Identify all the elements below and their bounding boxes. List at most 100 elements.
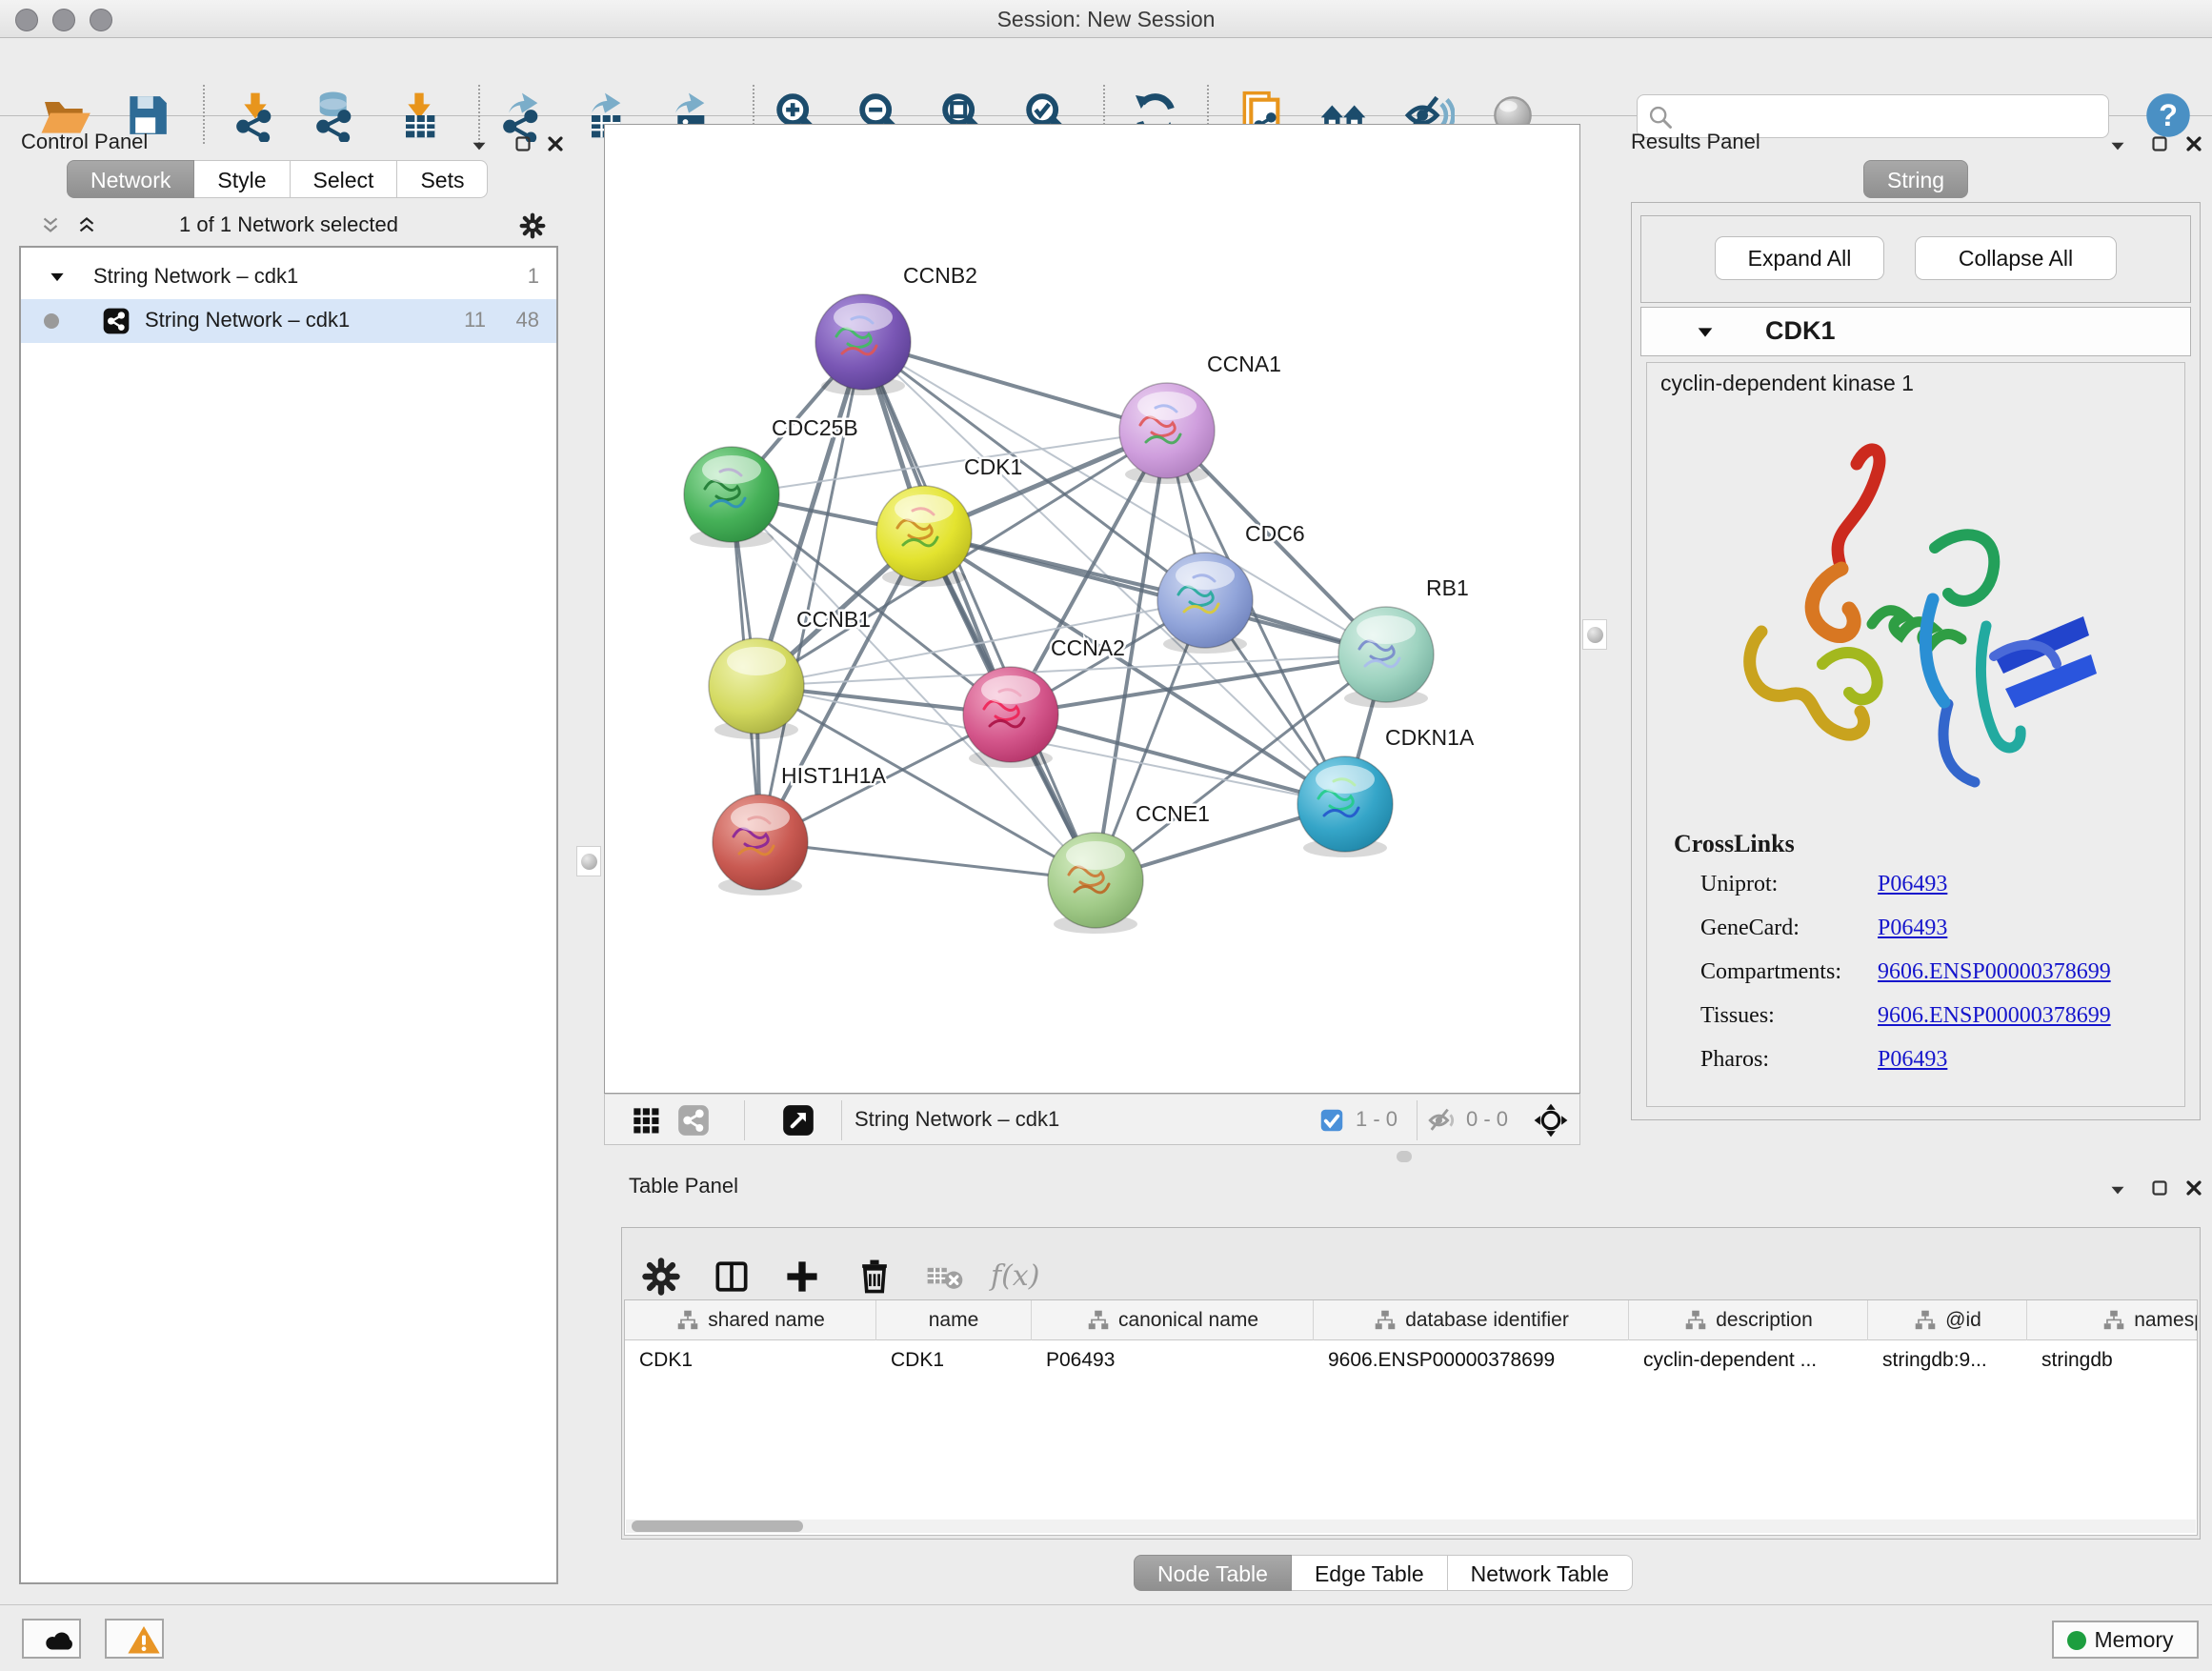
- entry-content: cyclin-dependent kinase 1 CrossLinks Uni…: [1646, 362, 2185, 1107]
- graph-node-RB1[interactable]: [1338, 607, 1434, 708]
- string-network-icon: [101, 306, 131, 336]
- graph-node-CDK1[interactable]: [876, 486, 972, 587]
- table-row[interactable]: CDK1CDK1P064939606.ENSP00000378699cyclin…: [625, 1340, 2198, 1380]
- network-row-selected[interactable]: String Network – cdk1 11 48: [21, 299, 556, 343]
- main-toolbar: ?: [0, 39, 2212, 116]
- add-column-icon[interactable]: [781, 1256, 823, 1298]
- graph-node-CDKN1A[interactable]: [1297, 756, 1393, 857]
- table-float-icon[interactable]: [2147, 1176, 2172, 1200]
- entry-collapse-icon[interactable]: [1695, 322, 1716, 343]
- tab-network[interactable]: Network: [67, 160, 194, 198]
- warning-status-icon[interactable]: [105, 1619, 164, 1659]
- column-header-description[interactable]: description: [1629, 1300, 1868, 1340]
- network-list-header: 1 of 1 Network selected: [19, 208, 558, 246]
- cloud-status-icon[interactable]: [22, 1619, 81, 1659]
- column-header-name[interactable]: name: [876, 1300, 1032, 1340]
- left-splitter-handle[interactable]: [576, 846, 601, 876]
- horizontal-splitter-handle[interactable]: [1397, 1151, 1412, 1162]
- crosslink-link[interactable]: P06493: [1878, 916, 1947, 941]
- memory-button[interactable]: Memory: [2052, 1621, 2199, 1659]
- table-close-icon[interactable]: [2182, 1176, 2206, 1200]
- node-label-HIST1H1A: HIST1H1A: [781, 763, 887, 788]
- crosslink-link[interactable]: P06493: [1878, 872, 1947, 897]
- memory-ok-dot: [2067, 1631, 2086, 1650]
- column-header--id[interactable]: @id: [1868, 1300, 2027, 1340]
- panel-close-icon[interactable]: [543, 131, 568, 156]
- tab-select[interactable]: Select: [291, 160, 398, 198]
- table-cell[interactable]: CDK1: [625, 1340, 876, 1380]
- tab-network-table[interactable]: Network Table: [1448, 1555, 1633, 1591]
- network-collection-row[interactable]: String Network – cdk1 1: [21, 255, 556, 299]
- application-window: Session: New Session: [0, 0, 2212, 1671]
- crosslink-row: Uniprot: P06493: [1700, 866, 2177, 910]
- column-header-namespace[interactable]: namespace: [2027, 1300, 2198, 1340]
- crosslinks-title: CrossLinks: [1674, 830, 1795, 858]
- crosslink-link[interactable]: P06493: [1878, 1047, 1947, 1073]
- collapse-all-button[interactable]: Collapse All: [1915, 236, 2117, 280]
- table-cell[interactable]: cyclin-dependent ...: [1629, 1340, 1868, 1380]
- detach-view-icon[interactable]: [780, 1102, 816, 1138]
- netbar-separator: [841, 1100, 842, 1140]
- view-grid-icon[interactable]: [628, 1102, 664, 1138]
- tab-edge-table[interactable]: Edge Table: [1292, 1555, 1448, 1591]
- table-menu-icon[interactable]: [2105, 1178, 2130, 1202]
- graph-node-CDC25B[interactable]: [684, 447, 779, 548]
- node-label-CDC25B: CDC25B: [772, 415, 858, 440]
- tab-style[interactable]: Style: [194, 160, 290, 198]
- network-selected-status: 1 of 1 Network selected: [19, 212, 558, 237]
- network-view-title: String Network – cdk1: [855, 1107, 1059, 1132]
- table-cell[interactable]: stringdb:9...: [1868, 1340, 2027, 1380]
- crosslink-link[interactable]: 9606.ENSP00000378699: [1878, 1003, 2111, 1029]
- network-list: String Network – cdk1 1 String Network –…: [19, 246, 558, 1584]
- expand-all-button[interactable]: Expand All: [1715, 236, 1884, 280]
- graph-node-CCNE1[interactable]: [1048, 833, 1143, 934]
- hidden-count: 0 - 0: [1466, 1107, 1508, 1132]
- birds-eye-view-icon[interactable]: [1533, 1102, 1569, 1138]
- window-title: Session: New Session: [0, 7, 2212, 32]
- table-horizontal-scrollbar[interactable]: [626, 1520, 2196, 1533]
- right-splitter-handle[interactable]: [1582, 619, 1607, 650]
- table-cell[interactable]: P06493: [1032, 1340, 1314, 1380]
- delete-column-icon[interactable]: [854, 1256, 895, 1298]
- collection-expand-icon[interactable]: [48, 268, 67, 287]
- graph-node-CCNA1[interactable]: [1119, 383, 1215, 484]
- node-label-RB1: RB1: [1426, 575, 1469, 600]
- column-header-canonical-name[interactable]: canonical name: [1032, 1300, 1314, 1340]
- graph-node-CDC6[interactable]: [1157, 553, 1253, 654]
- results-menu-icon[interactable]: [2105, 133, 2130, 158]
- entry-header[interactable]: CDK1: [1640, 307, 2191, 356]
- view-network-icon[interactable]: [675, 1102, 712, 1138]
- results-float-icon[interactable]: [2147, 131, 2172, 156]
- column-header-database-identifier[interactable]: database identifier: [1314, 1300, 1629, 1340]
- network-options-gear-icon[interactable]: [518, 211, 547, 240]
- search-icon: [1647, 104, 1674, 131]
- table-cell[interactable]: 9606.ENSP00000378699: [1314, 1340, 1629, 1380]
- function-builder-icon: f(x): [991, 1259, 1039, 1293]
- tab-sets[interactable]: Sets: [397, 160, 488, 198]
- entry-description: cyclin-dependent kinase 1: [1660, 371, 1914, 396]
- graph-node-CCNB2[interactable]: [815, 294, 911, 395]
- graph-node-CCNA2[interactable]: [963, 667, 1058, 768]
- crosslink-link[interactable]: 9606.ENSP00000378699: [1878, 959, 2111, 985]
- search-input[interactable]: [1679, 99, 2099, 133]
- graph-node-HIST1H1A[interactable]: [713, 795, 808, 896]
- network-node-count: 11: [464, 308, 486, 332]
- network-canvas[interactable]: CCNB2CCNA1CDC25BCDK1CDC6RB1CCNB1CCNA2CDK…: [604, 124, 1580, 1094]
- crosslink-row: Tissues: 9606.ENSP00000378699: [1700, 997, 2177, 1041]
- show-columns-icon[interactable]: [711, 1256, 753, 1298]
- tab-node-table[interactable]: Node Table: [1134, 1555, 1292, 1591]
- results-close-icon[interactable]: [2182, 131, 2206, 156]
- panel-float-icon[interactable]: [511, 131, 535, 156]
- collection-count: 1: [528, 264, 539, 289]
- netbar-separator: [744, 1100, 745, 1140]
- crosslink-row: Pharos: P06493: [1700, 1041, 2177, 1085]
- table-options-gear-icon[interactable]: [640, 1256, 682, 1298]
- node-table[interactable]: shared namenamecanonical namedatabase id…: [624, 1299, 2198, 1536]
- graph-node-CCNB1[interactable]: [709, 638, 804, 739]
- protein-structure-image: [1708, 418, 2118, 818]
- table-cell[interactable]: stringdb: [2027, 1340, 2198, 1380]
- table-cell[interactable]: CDK1: [876, 1340, 1032, 1380]
- column-header-shared-name[interactable]: shared name: [625, 1300, 876, 1340]
- panel-menu-icon[interactable]: [467, 133, 492, 158]
- tab-string[interactable]: String: [1863, 160, 1968, 198]
